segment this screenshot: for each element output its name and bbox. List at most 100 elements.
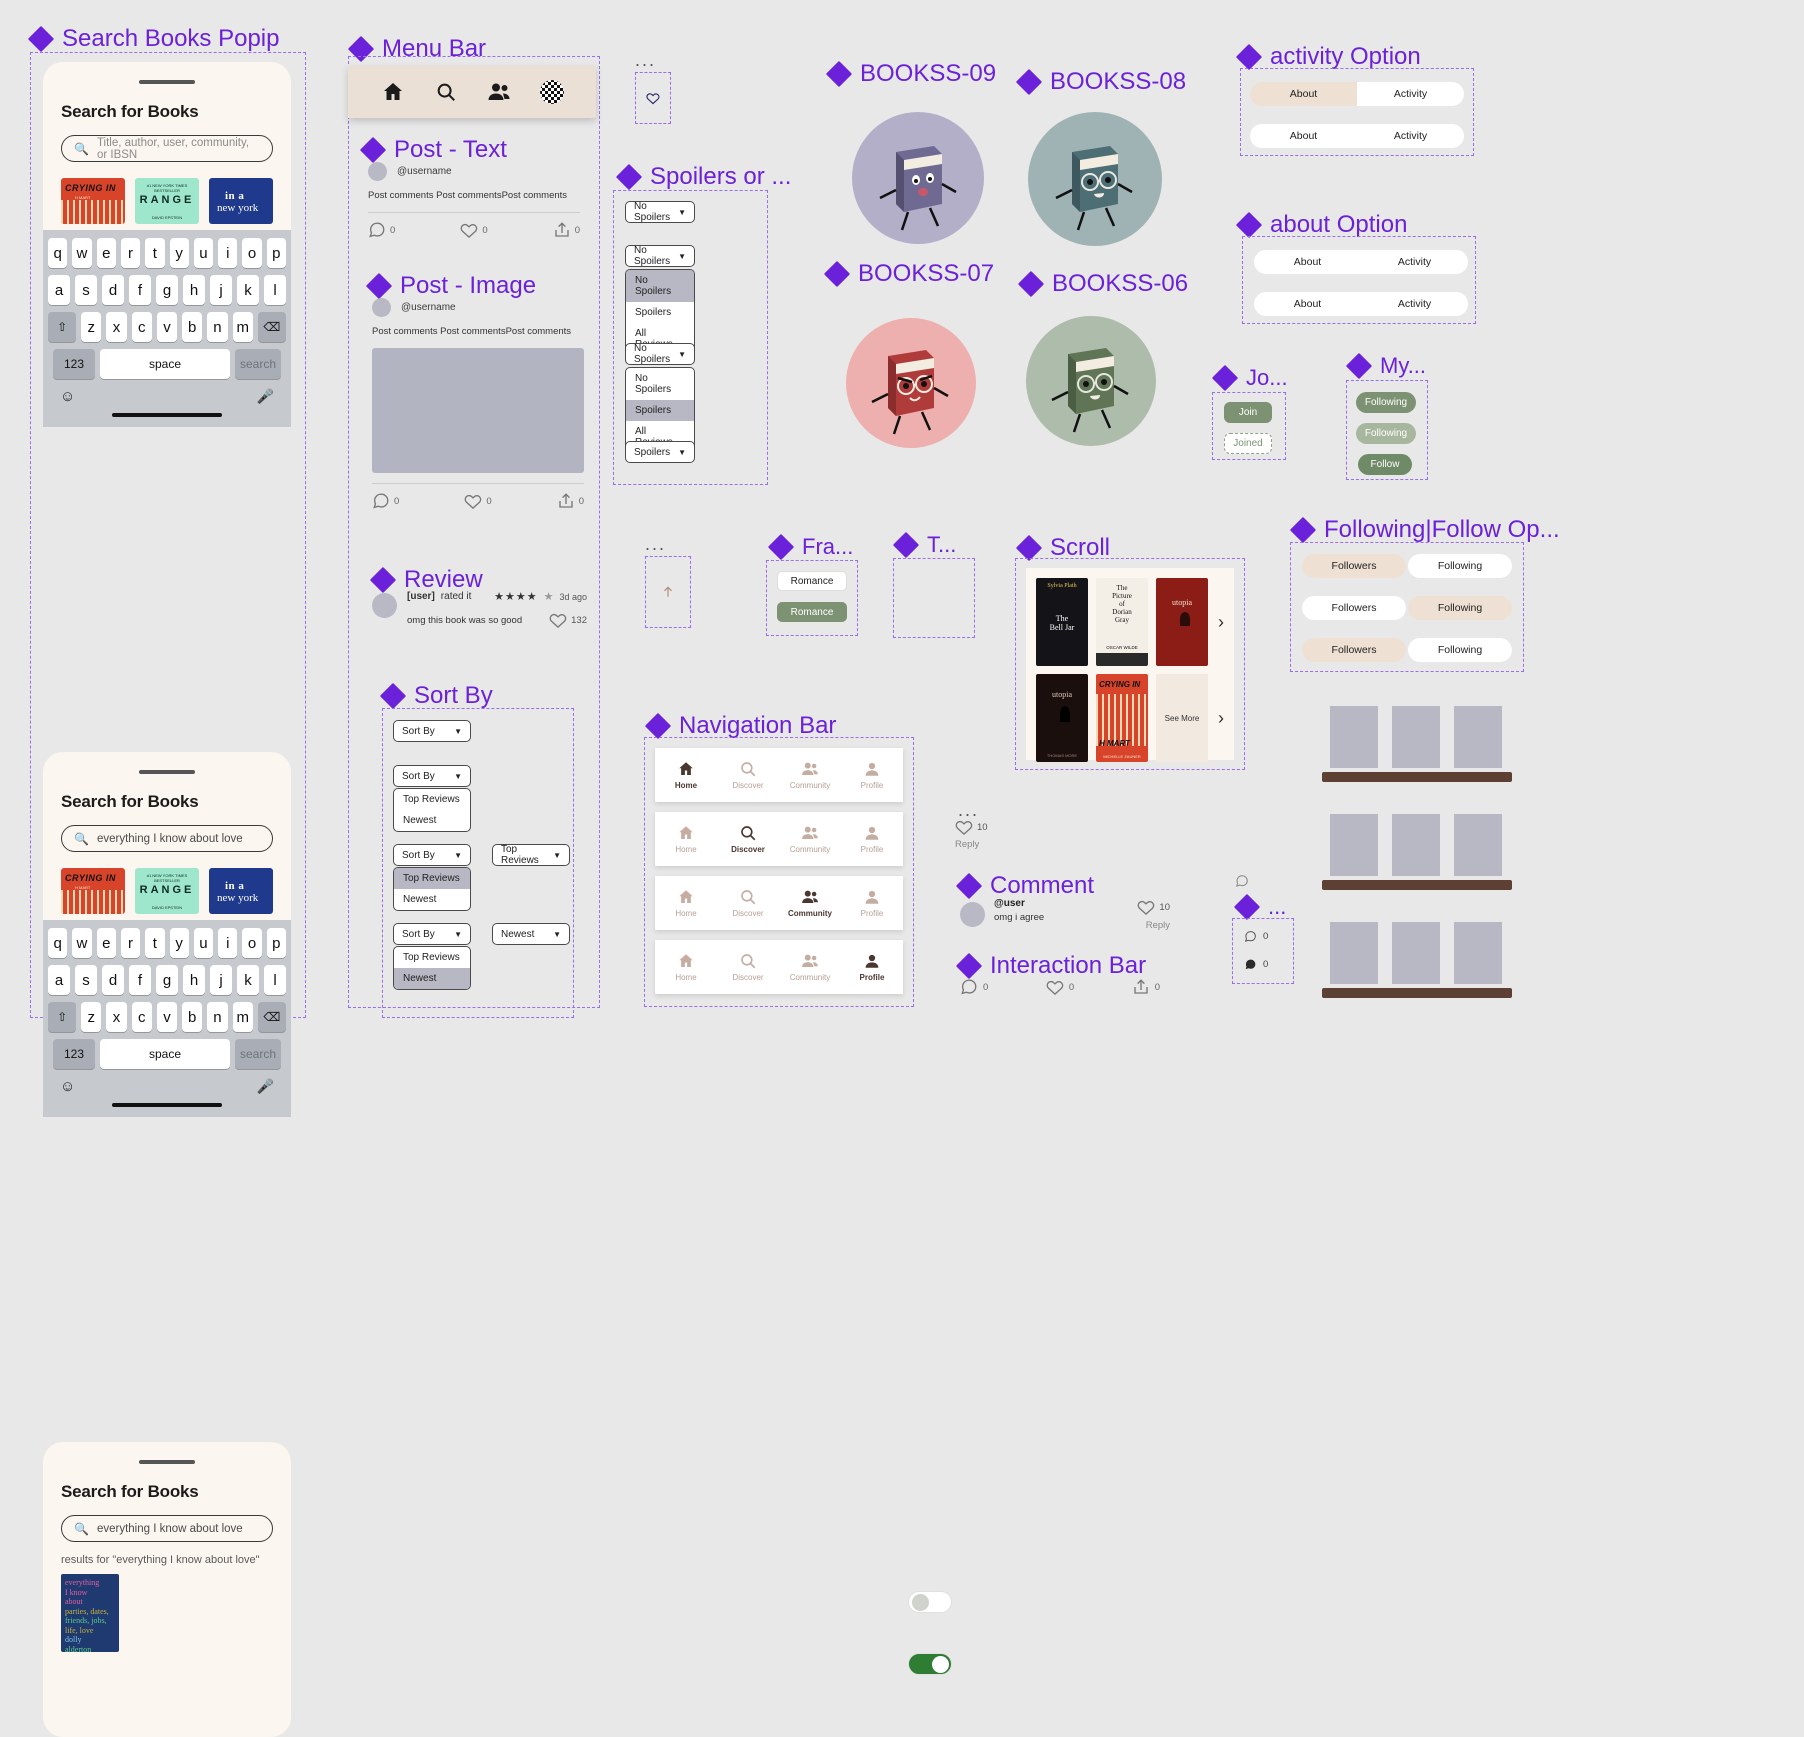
key[interactable]: e: [96, 238, 116, 268]
option-no-spoilers[interactable]: No Spoilers: [626, 270, 694, 302]
scroll-shelf[interactable]: Sylvia Plath The Bell Jar The Picture of Dor…: [1026, 568, 1234, 762]
book-cover-crying-h-mart[interactable]: CRYING IN H MART MICHELLE ZAUNER: [1096, 674, 1148, 762]
key[interactable]: h: [183, 275, 205, 305]
nav-item-community[interactable]: Community: [779, 760, 841, 790]
interaction-comment[interactable]: 0: [960, 978, 1027, 996]
key[interactable]: h: [183, 965, 205, 995]
avatar[interactable]: [368, 162, 387, 181]
option-spoilers[interactable]: Spoilers: [626, 302, 694, 323]
activity-tab-group-1[interactable]: About Activity: [1250, 82, 1464, 106]
key[interactable]: n: [207, 312, 228, 342]
key[interactable]: t: [145, 928, 165, 958]
option-newest[interactable]: Newest: [394, 810, 470, 831]
reply-button[interactable]: Reply: [955, 839, 988, 850]
about-tab-group-1[interactable]: About Activity: [1254, 250, 1468, 274]
keyboard[interactable]: q w e r t y u i o p a s d f g h j k l ⇧ …: [43, 230, 291, 427]
key[interactable]: l: [264, 275, 286, 305]
scroll-row-2[interactable]: utopia THOMAS MORE CRYING IN H MART MICH…: [1036, 674, 1224, 762]
like-action[interactable]: 0: [440, 221, 507, 239]
following-button-disabled[interactable]: Following: [1356, 423, 1416, 444]
key[interactable]: x: [106, 312, 127, 342]
tab-followers[interactable]: Followers: [1302, 638, 1406, 662]
key[interactable]: x: [106, 1002, 127, 1032]
like-action[interactable]: 0: [444, 492, 511, 510]
spoilers-select-open-2[interactable]: No Spoilers ▼: [625, 343, 695, 365]
key[interactable]: a: [48, 965, 70, 995]
key[interactable]: i: [218, 238, 238, 268]
tab-following[interactable]: Following: [1408, 596, 1512, 620]
key[interactable]: y: [169, 238, 189, 268]
genre-tag-romance-selected[interactable]: Romance: [777, 602, 847, 622]
key[interactable]: r: [120, 238, 141, 268]
sheet-grabber[interactable]: [139, 770, 195, 774]
key[interactable]: q: [48, 928, 68, 958]
nav-item-community[interactable]: Community: [779, 952, 841, 982]
activity-tab-group-2[interactable]: About Activity: [1250, 124, 1464, 148]
emoji-icon[interactable]: ☺: [60, 1078, 75, 1095]
book-cover[interactable]: CRYING IN H MART: [61, 868, 125, 914]
post-image[interactable]: [372, 348, 584, 473]
book-cover-utopia-2[interactable]: utopia THOMAS MORE: [1036, 674, 1088, 762]
backspace-key[interactable]: ⌫: [257, 312, 286, 342]
key[interactable]: f: [129, 275, 151, 305]
book-cover[interactable]: in a new york: [209, 868, 273, 914]
tab-activity[interactable]: Activity: [1361, 250, 1468, 274]
nav-bar-home-active[interactable]: Home Discover Community Profile: [655, 748, 903, 802]
key[interactable]: m: [232, 312, 253, 342]
option-top-reviews[interactable]: Top Reviews: [394, 789, 470, 810]
avatar[interactable]: [372, 593, 397, 618]
shelf-slot[interactable]: [1330, 706, 1378, 768]
sort-by-options-3[interactable]: Top Reviews Newest: [393, 946, 471, 990]
key[interactable]: m: [232, 1002, 253, 1032]
key[interactable]: g: [156, 965, 178, 995]
tab-following[interactable]: Following: [1408, 638, 1512, 662]
tab-activity[interactable]: Activity: [1361, 292, 1468, 316]
shelf-slot[interactable]: [1330, 922, 1378, 984]
microphone-icon[interactable]: 🎤: [257, 1078, 274, 1095]
result-book-cover[interactable]: everything I know about parties, dates, …: [61, 1574, 119, 1654]
book-cover[interactable]: #1 NEW YORK TIMES BESTSELLER RANGE DAVID E…: [135, 868, 199, 914]
nav-item-discover[interactable]: Discover: [717, 888, 779, 918]
key[interactable]: p: [266, 928, 286, 958]
nav-item-home[interactable]: Home: [655, 824, 717, 854]
key[interactable]: c: [131, 312, 152, 342]
scroll-row-1[interactable]: Sylvia Plath The Bell Jar The Picture of Dor…: [1036, 578, 1224, 666]
key[interactable]: a: [48, 275, 70, 305]
follow-button[interactable]: Follow: [1358, 454, 1412, 475]
followers-tab-group-1[interactable]: Followers Following: [1302, 554, 1512, 578]
home-icon[interactable]: [378, 77, 408, 107]
share-up-icon[interactable]: [646, 557, 690, 627]
nav-bar-profile-active[interactable]: Home Discover Community Profile: [655, 940, 903, 994]
key[interactable]: g: [156, 275, 178, 305]
tab-activity[interactable]: Activity: [1357, 82, 1464, 106]
join-button[interactable]: Join: [1224, 402, 1272, 423]
comment-action[interactable]: 0: [372, 492, 439, 510]
followers-tab-group-2[interactable]: Followers Following: [1302, 596, 1512, 620]
key[interactable]: e: [96, 928, 116, 958]
shift-key[interactable]: ⇧: [48, 1002, 77, 1032]
sort-by-result-newest[interactable]: Newest ▼: [492, 923, 570, 945]
sheet-grabber[interactable]: [139, 80, 195, 84]
key[interactable]: r: [120, 928, 141, 958]
share-action[interactable]: 0: [513, 221, 580, 239]
joined-button[interactable]: Joined: [1224, 433, 1272, 454]
space-key[interactable]: space: [100, 349, 230, 379]
option-newest[interactable]: Newest: [394, 968, 470, 989]
scroll-right-chevron[interactable]: ›: [1218, 708, 1224, 729]
key[interactable]: d: [102, 965, 124, 995]
toggle-off[interactable]: [908, 1591, 952, 1613]
tab-about[interactable]: About: [1250, 124, 1357, 148]
option-top-reviews[interactable]: Top Reviews: [394, 947, 470, 968]
key[interactable]: w: [72, 928, 92, 958]
nav-item-discover[interactable]: Discover: [717, 952, 779, 982]
toggle-on[interactable]: [908, 1653, 952, 1675]
search-input[interactable]: 🔍 everything I know about love: [61, 1515, 273, 1542]
shelf-slot[interactable]: [1454, 706, 1502, 768]
nav-item-home[interactable]: Home: [655, 888, 717, 918]
numbers-key[interactable]: 123: [53, 349, 95, 379]
sort-by-select-closed[interactable]: Sort By ▼: [393, 720, 471, 742]
sort-by-result-top-reviews[interactable]: Top Reviews ▼: [492, 844, 570, 866]
menu-bar[interactable]: [348, 66, 596, 118]
avatar[interactable]: [372, 298, 391, 317]
key[interactable]: k: [237, 965, 259, 995]
